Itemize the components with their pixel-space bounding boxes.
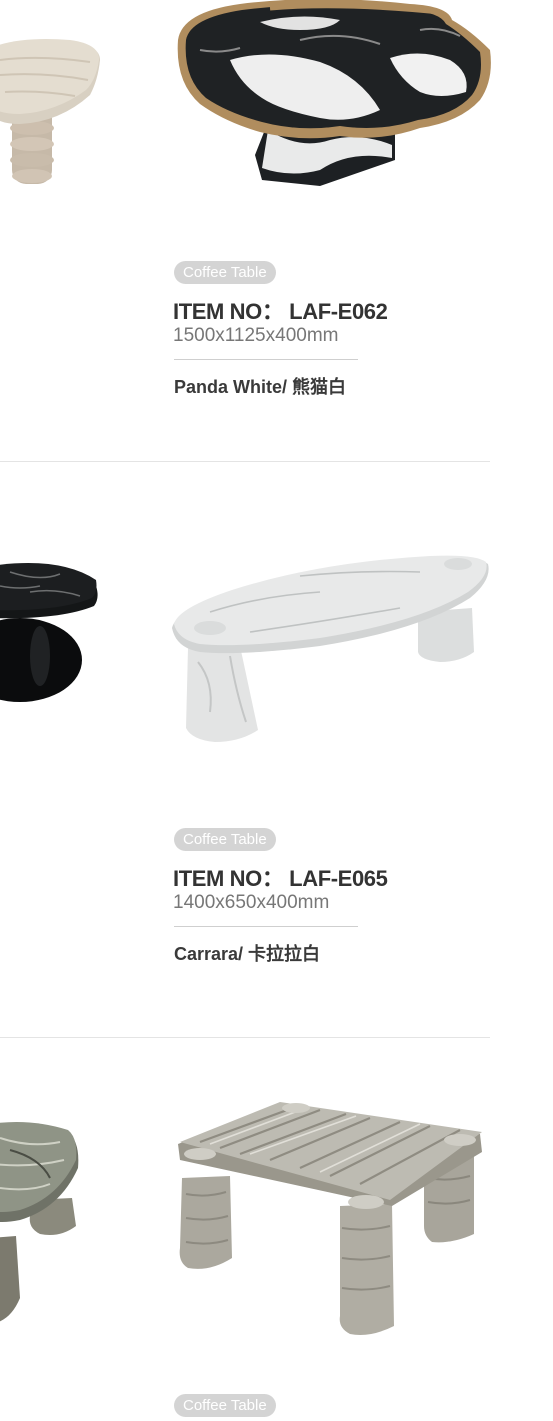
material-name: Carrara/ 卡拉拉白 — [174, 944, 321, 964]
category-tag: Coffee Table — [174, 828, 276, 851]
product-photos — [0, 0, 553, 200]
item-number: ITEM NO： LAF-E065 — [173, 866, 388, 891]
product-photos — [0, 552, 553, 752]
dimensions-text: 1500x1125x400mm — [173, 325, 339, 346]
product-card-laf-e062: Coffee Table ITEM NO： LAF-E062 1500x1125… — [0, 0, 553, 461]
travertine-round-table-photo[interactable] — [0, 39, 100, 184]
category-tag: Coffee Table — [174, 261, 276, 284]
carrara-oval-table-photo[interactable] — [172, 555, 489, 742]
product-photos — [0, 1098, 553, 1338]
item-number: ITEM NO： LAF-E062 — [173, 299, 388, 324]
material-name: Panda White/ 熊猫白 — [174, 377, 347, 397]
category-tag: Coffee Table — [174, 1394, 276, 1417]
product-card-laf-e065: Coffee Table ITEM NO： LAF-E065 1400x650x… — [0, 462, 553, 1037]
detail-divider — [174, 926, 358, 927]
product-card-3: Coffee Table — [0, 1038, 553, 1421]
detail-divider — [174, 359, 358, 360]
panda-white-table-photo[interactable] — [177, 0, 491, 186]
black-marble-round-table-photo[interactable] — [0, 563, 98, 702]
dimensions-text: 1400x650x400mm — [173, 892, 330, 913]
green-marble-table-photo[interactable] — [0, 1122, 79, 1324]
travertine-square-table-photo[interactable] — [178, 1102, 482, 1335]
